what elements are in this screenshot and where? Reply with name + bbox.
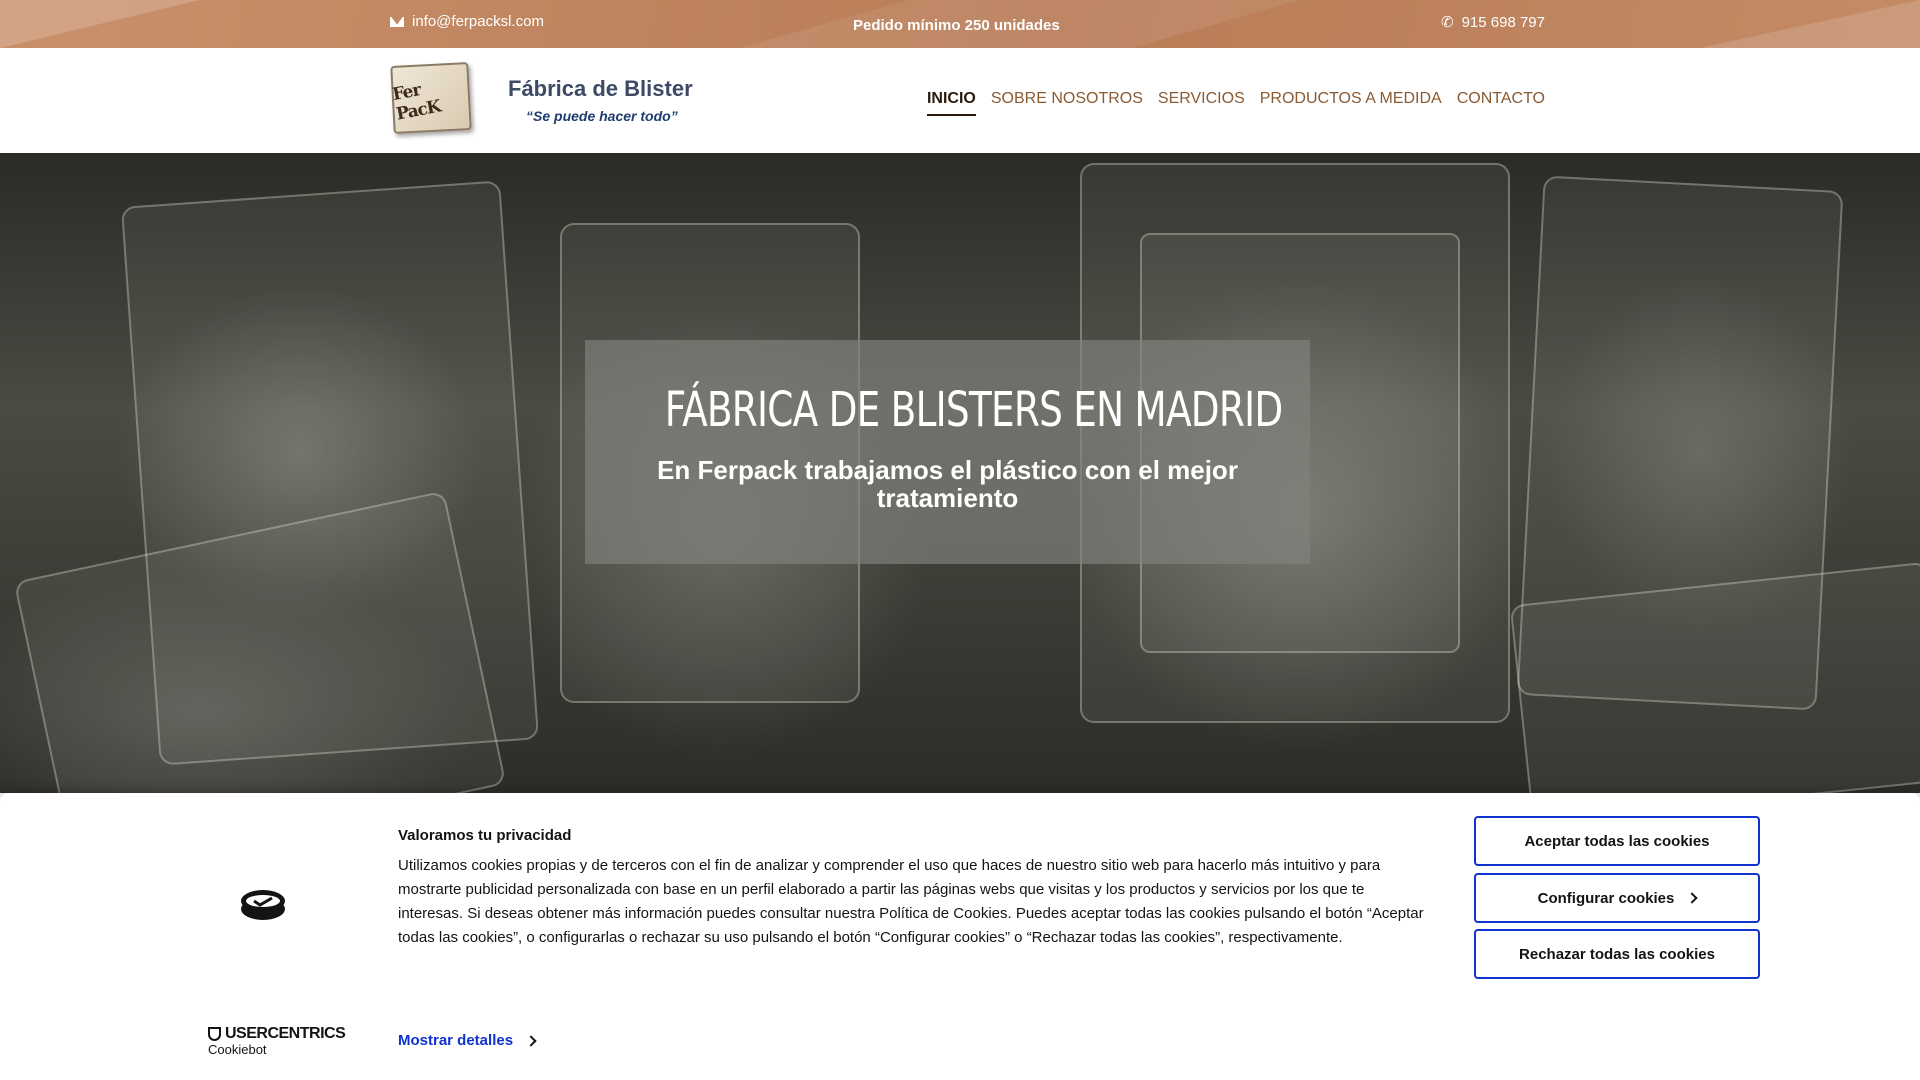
hero-text-box: FÁBRICA DE BLISTERS EN MADRID En Ferpack… [585,340,1310,564]
usercentrics-text: USERCENTRICS [225,1025,346,1042]
cookie-title: Valoramos tu privacidad [398,827,572,844]
phone-text: 915 698 797 [1461,14,1545,31]
nav-item-productos-a-medida[interactable]: PRODUCTOS A MEDIDA [1260,90,1442,116]
decorative-facet [1700,0,1920,48]
min-order-notice: Pedido mínimo 250 unidades [853,17,1060,34]
chevron-right-icon [525,1034,537,1047]
accept-all-cookies-button[interactable]: Aceptar todas las cookies [1474,816,1760,866]
brand-slogan: “Se puede hacer todo” [526,108,678,124]
cookiebot-logo-icon [241,890,285,920]
usercentrics-brand[interactable]: USERCENTRICS Cookiebot [208,1025,346,1057]
phone-icon: ✆ [1441,14,1454,31]
configure-cookies-button[interactable]: Configurar cookies [1474,873,1760,923]
accept-all-cookies-label: Aceptar todas las cookies [1524,832,1710,850]
cookie-consent-banner: Valoramos tu privacidad Utilizamos cooki… [0,793,1920,1080]
shield-icon [208,1027,221,1041]
logo-text: Fer PacK [390,80,443,125]
main-nav: INICIO SOBRE NOSOTROS SERVICIOS PRODUCTO… [926,90,1545,116]
reject-all-cookies-label: Rechazar todas las cookies [1519,945,1715,963]
configure-cookies-label: Configurar cookies [1537,889,1675,907]
email-link[interactable]: info@ferpacksl.com [390,13,544,30]
nav-item-contacto[interactable]: CONTACTO [1457,90,1545,116]
usercentrics-wordmark: USERCENTRICS [208,1025,346,1043]
nav-item-inicio[interactable]: INICIO [926,90,976,116]
hero-background-image [13,490,507,793]
chevron-right-icon [1686,892,1699,904]
hero-banner: FÁBRICA DE BLISTERS EN MADRID En Ferpack… [0,153,1920,793]
cookiebot-text: Cookiebot [208,1042,267,1057]
site-header: Fer PacK Fábrica de Blister “Se puede ha… [0,48,1920,153]
hero-title: FÁBRICA DE BLISTERS EN MADRID [664,382,1283,438]
show-details-label: Mostrar detalles [398,1032,514,1049]
cookie-description: Utilizamos cookies propias y de terceros… [398,857,1424,946]
reject-all-cookies-button[interactable]: Rechazar todas las cookies [1474,929,1760,979]
hero-subtitle: En Ferpack trabajamos el plástico con el… [657,455,1238,513]
email-text: info@ferpacksl.com [412,13,544,30]
decorative-facet [0,0,200,48]
top-bar: info@ferpacksl.com Pedido mínimo 250 uni… [0,0,1920,48]
phone-link[interactable]: ✆ 915 698 797 [1441,14,1545,31]
nav-item-servicios[interactable]: SERVICIOS [1158,90,1245,116]
nav-item-sobre-nosotros[interactable]: SOBRE NOSOTROS [991,90,1143,116]
brand-title: Fábrica de Blister [508,76,693,101]
site-logo[interactable]: Fer PacK [390,62,472,134]
show-details-link[interactable]: Mostrar detalles [398,1032,537,1049]
envelope-icon [390,16,404,27]
